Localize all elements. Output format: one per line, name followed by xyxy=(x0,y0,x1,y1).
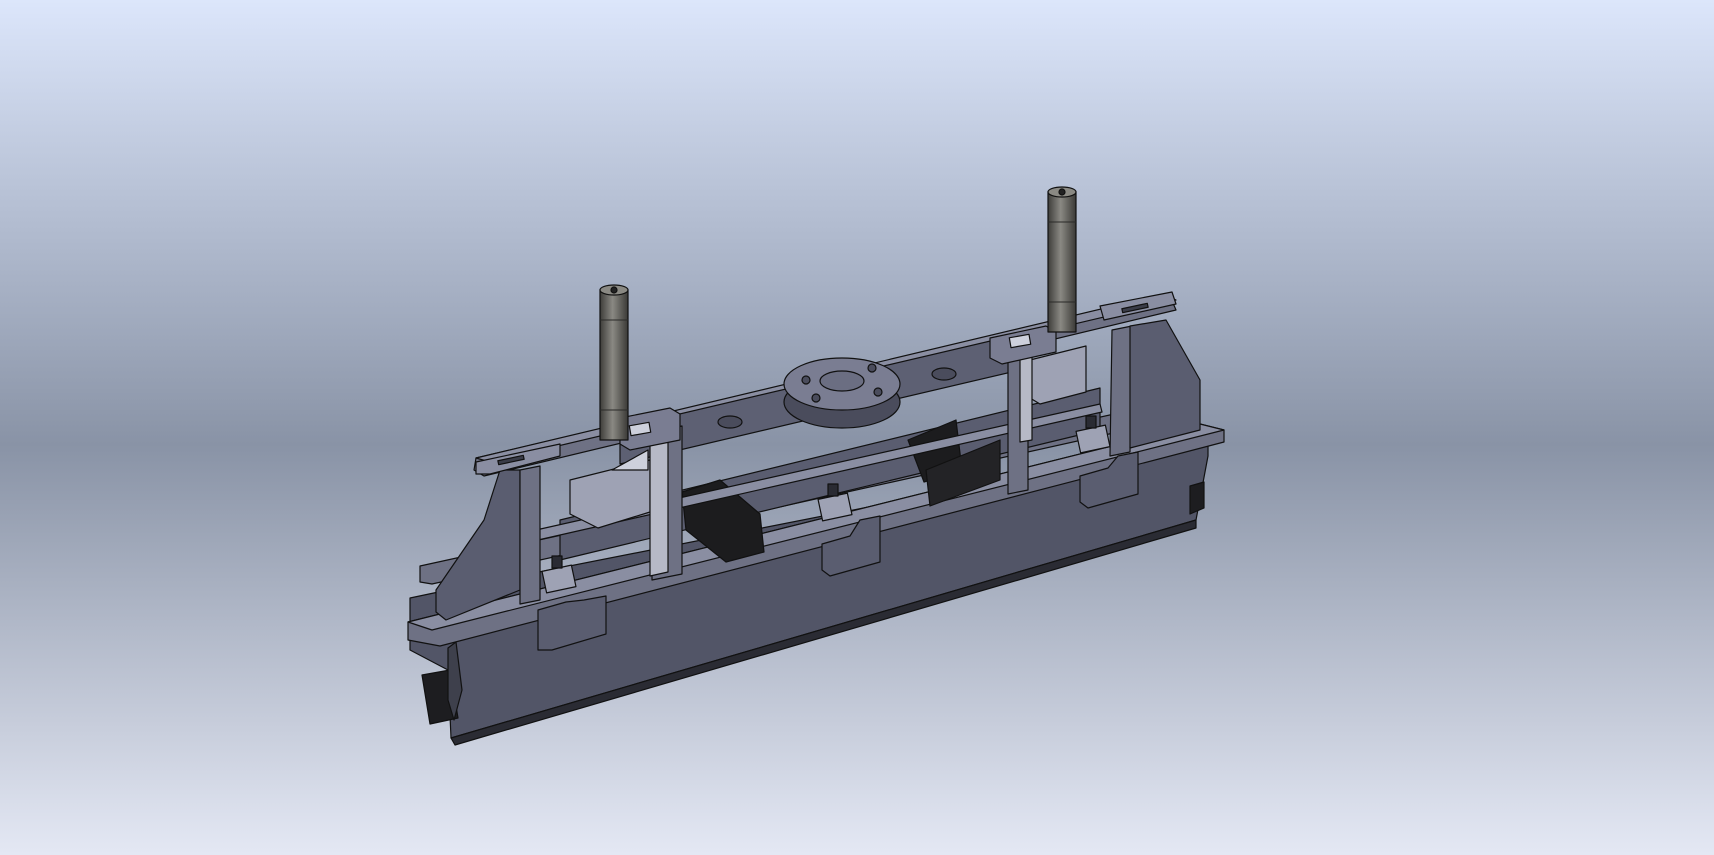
left-slide-rail[interactable] xyxy=(649,435,669,577)
crossbar-hole xyxy=(931,367,957,381)
right-guide-rod[interactable] xyxy=(1047,191,1077,333)
right-end-tab[interactable] xyxy=(1189,481,1205,515)
crossbar-hole xyxy=(717,415,743,429)
flange-bolt-hole xyxy=(811,393,821,403)
flange-bolt-hole xyxy=(873,387,883,397)
model-canvas[interactable] xyxy=(0,0,1714,855)
left-rod-bore xyxy=(610,286,618,294)
flange-bolt-hole xyxy=(867,363,877,373)
right-rod-bore xyxy=(1058,188,1066,196)
flange-bolt-hole xyxy=(801,375,811,385)
right-slide-rail[interactable] xyxy=(1019,349,1033,443)
left-guide-rod[interactable] xyxy=(599,289,629,441)
left-upright-a[interactable] xyxy=(519,465,541,605)
flange-bore xyxy=(819,370,865,392)
cad-viewport[interactable] xyxy=(0,0,1714,855)
right-upright-b[interactable] xyxy=(1109,325,1133,457)
